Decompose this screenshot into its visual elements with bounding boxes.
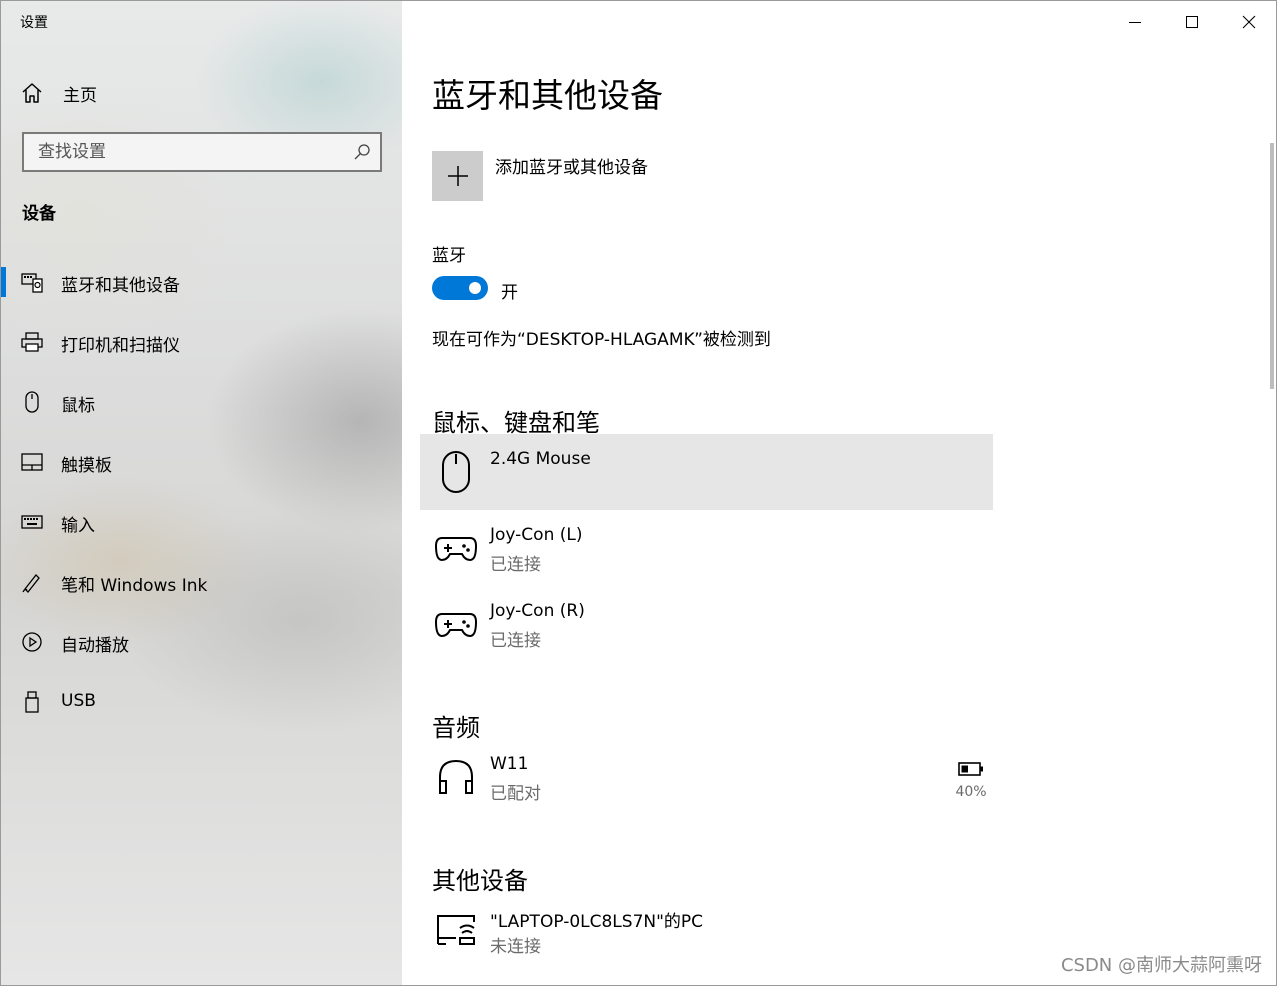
sidebar-item-label: 蓝牙和其他设备 xyxy=(61,276,180,296)
device-row[interactable]: 2.4G Mouse xyxy=(420,434,993,510)
device-status: 已连接 xyxy=(490,631,541,651)
sidebar-item-typing[interactable]: 输入 xyxy=(1,493,402,553)
search-box[interactable] xyxy=(22,132,382,172)
headphones-icon xyxy=(439,759,473,794)
scrollbar[interactable] xyxy=(1270,143,1274,389)
minimize-icon xyxy=(1128,22,1141,23)
sidebar-item-label: USB xyxy=(61,691,96,711)
device-status: 未连接 xyxy=(490,937,541,957)
sidebar-item-label: 笔和 Windows Ink xyxy=(61,576,208,596)
selected-indicator xyxy=(1,267,6,297)
sidebar-item-pen[interactable]: 笔和 Windows Ink xyxy=(1,553,402,613)
sidebar-section-title: 设备 xyxy=(22,204,56,224)
maximize-icon xyxy=(1185,16,1198,28)
sidebar-item-printers[interactable]: 打印机和扫描仪 xyxy=(1,313,402,373)
battery-indicator: 40% xyxy=(951,761,991,800)
group-title-audio: 音频 xyxy=(432,714,480,742)
sidebar-item-label: 打印机和扫描仪 xyxy=(61,336,180,356)
device-row[interactable]: W11 已配对 40% xyxy=(420,739,993,815)
mouse-icon xyxy=(25,391,39,413)
maximize-button[interactable] xyxy=(1163,1,1220,43)
device-status: 已连接 xyxy=(490,555,541,575)
discoverable-text: 现在可作为“DESKTOP-HLAGAMK”被检测到 xyxy=(432,330,771,350)
bluetooth-devices-icon xyxy=(21,273,43,293)
device-status: 已配对 xyxy=(490,784,541,804)
sidebar-item-label: 鼠标 xyxy=(61,396,95,416)
add-device-label: 添加蓝牙或其他设备 xyxy=(495,158,648,178)
sidebar-item-bluetooth[interactable]: 蓝牙和其他设备 xyxy=(1,253,402,313)
add-tile xyxy=(432,151,483,201)
device-row[interactable]: Joy-Con (L) 已连接 xyxy=(420,510,993,586)
sidebar-item-label: 触摸板 xyxy=(61,456,112,476)
search-icon[interactable] xyxy=(352,142,372,162)
plus-icon xyxy=(447,166,468,186)
main-content: 蓝牙和其他设备 添加蓝牙或其他设备 蓝牙 开 现在可作为“DESKTOP-HLA… xyxy=(402,1,1276,985)
bluetooth-label: 蓝牙 xyxy=(432,246,466,266)
search-input[interactable] xyxy=(24,134,344,170)
device-row[interactable]: "LAPTOP-0LC8LS7N"的PC 未连接 xyxy=(420,892,993,968)
sidebar: 设置 主页 设备 蓝牙和其 xyxy=(1,1,402,985)
group-title-input: 鼠标、键盘和笔 xyxy=(432,409,600,437)
sidebar-item-label: 输入 xyxy=(61,516,95,536)
gamepad-icon xyxy=(434,613,478,638)
usb-icon xyxy=(25,691,39,713)
battery-percent: 40% xyxy=(955,784,987,800)
toggle-knob xyxy=(469,282,481,294)
touchpad-icon xyxy=(21,453,43,471)
app-title: 设置 xyxy=(20,15,48,31)
add-device-button[interactable]: 添加蓝牙或其他设备 xyxy=(432,151,648,201)
device-name: Joy-Con (L) xyxy=(490,525,583,545)
pen-icon xyxy=(22,574,40,593)
page-title: 蓝牙和其他设备 xyxy=(432,76,663,115)
bluetooth-state: 开 xyxy=(501,283,518,303)
sidebar-nav: 蓝牙和其他设备 打印机和扫描仪 鼠标 触摸板 输入 笔和 Windows Ink… xyxy=(1,253,402,733)
wireless-display-icon xyxy=(437,915,475,945)
device-name: "LAPTOP-0LC8LS7N"的PC xyxy=(490,912,704,932)
watermark: CSDN @南师大蒜阿熏呀 xyxy=(1060,955,1262,976)
minimize-button[interactable] xyxy=(1106,1,1163,43)
printer-icon xyxy=(21,332,43,352)
device-row[interactable]: Joy-Con (R) 已连接 xyxy=(420,586,993,662)
mouse-icon xyxy=(442,451,470,493)
sidebar-item-usb[interactable]: USB xyxy=(1,673,402,733)
autoplay-icon xyxy=(22,632,42,652)
sidebar-item-touchpad[interactable]: 触摸板 xyxy=(1,433,402,493)
device-name: 2.4G Mouse xyxy=(490,449,591,469)
battery-icon xyxy=(958,762,983,776)
settings-window: 设置 主页 设备 蓝牙和其 xyxy=(0,0,1277,986)
keyboard-icon xyxy=(21,515,43,529)
device-name: Joy-Con (R) xyxy=(490,601,585,621)
sidebar-item-autoplay[interactable]: 自动播放 xyxy=(1,613,402,673)
group-title-other: 其他设备 xyxy=(432,867,528,895)
close-icon xyxy=(1242,15,1255,29)
home-label: 主页 xyxy=(63,85,97,106)
close-button[interactable] xyxy=(1220,1,1276,43)
home-button[interactable]: 主页 xyxy=(21,81,97,106)
gamepad-icon xyxy=(434,537,478,562)
bluetooth-toggle[interactable] xyxy=(432,276,488,300)
device-name: W11 xyxy=(490,754,529,774)
sidebar-item-label: 自动播放 xyxy=(61,636,129,656)
home-icon xyxy=(22,83,42,103)
sidebar-item-mouse[interactable]: 鼠标 xyxy=(1,373,402,433)
